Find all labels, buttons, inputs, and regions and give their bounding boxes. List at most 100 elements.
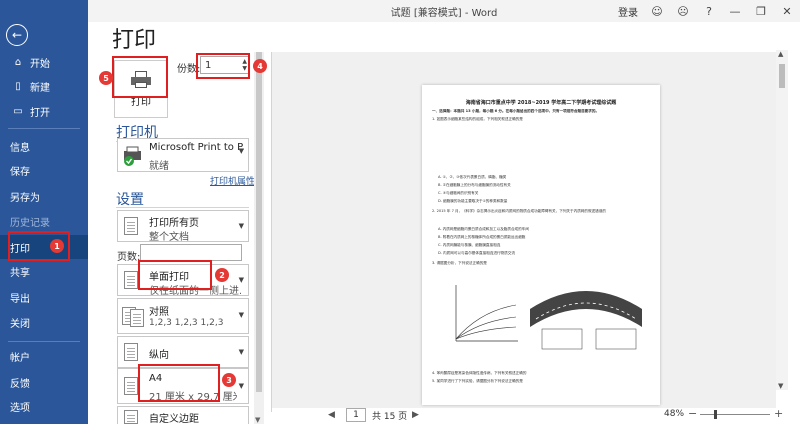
pages-label: 页数: (117, 252, 141, 263)
printer-properties-link[interactable]: 打印机属性 (210, 174, 255, 187)
total-pages: 共 15 页 (372, 412, 408, 422)
sidebar-item-home[interactable]: ⌂ 开始 (0, 50, 88, 74)
prev-page-icon[interactable]: ◀ (328, 410, 335, 420)
sidebar-item-history[interactable]: 历史记录 (0, 209, 88, 233)
sidebar-item-export[interactable]: 导出 (0, 285, 88, 309)
zoom-level: 48% (664, 409, 685, 419)
sidebar-item-label: 信息 (10, 142, 30, 154)
pages-input[interactable] (140, 244, 242, 261)
close-icon[interactable]: ✕ (774, 0, 800, 22)
sidebar-divider (8, 341, 80, 342)
sidebar-item-label: 历史记录 (10, 217, 50, 229)
preview-line: A. 内质网是细胞内蛋白质合成和加工以及脂质合成的车间 (438, 227, 529, 231)
sidebar-item-share[interactable]: 共享 (0, 259, 88, 283)
zoom-slider-handle[interactable] (714, 410, 717, 419)
sidebar-item-label: 帐户 (10, 352, 30, 364)
preview-line: 3. 请据图分析，下列说法正确的是 (432, 261, 487, 265)
restore-icon[interactable]: ❐ (748, 0, 774, 22)
chevron-down-icon: ▼ (238, 382, 244, 390)
paper-icon (124, 377, 138, 395)
preview-graph (450, 281, 520, 349)
settings-scrollbar[interactable]: ▼ (254, 52, 264, 424)
sidebar-item-info[interactable]: 信息 (0, 134, 88, 158)
frown-icon[interactable]: ☹ (670, 0, 696, 22)
chevron-down-icon: ▼ (238, 147, 244, 155)
margins-label: 自定义边距 (149, 414, 199, 424)
sidebar-item-feedback[interactable]: 反馈 (0, 370, 88, 394)
next-page-icon[interactable]: ▶ (412, 410, 419, 420)
annotation-box-paper-size (138, 364, 220, 402)
preview-line: 4. 苯丙酮尿症是常染色体隐性遗传病，下列有关叙述正确的 (432, 371, 527, 375)
collate-label: 对照 (149, 307, 169, 318)
home-icon: ⌂ (14, 56, 22, 68)
printer-status: 就绪 (149, 161, 169, 172)
zoom-out-button[interactable]: − (688, 407, 697, 420)
sidebar-item-options[interactable]: 选项 (0, 394, 88, 418)
margins-select[interactable]: 自定义边距 (117, 406, 249, 424)
scroll-down-icon[interactable]: ▼ (778, 382, 783, 390)
preview-line: D. 内质网可以与高尔基体直接相连进行物质交流 (438, 251, 515, 255)
preview-line: B. ②在细胞膜上的分布与细胞膜的流动性有关 (438, 183, 511, 187)
annotation-badge: 1 (50, 239, 64, 253)
print-range-select[interactable]: 打印所有页 整个文档 ▼ (117, 210, 249, 243)
backstage-sidebar: ← ⌂ 开始 ▯ 新建 ▭ 打开 信息 保存 另存为 历史记录 打印 共享 导出… (0, 0, 88, 424)
orientation-label: 纵向 (149, 350, 169, 361)
chevron-down-icon: ▼ (238, 222, 244, 230)
new-doc-icon: ▯ (15, 80, 21, 92)
folder-icon: ▭ (13, 105, 23, 117)
printer-name: Microsoft Print to P... (149, 142, 244, 153)
print-preview: 海南省海口市重点中学 2018~2019 学年高二下学期考试理综试题 一、选择题… (272, 52, 776, 408)
preview-line: 5. 某同学进行了下列实验，请据图分析下列说法正确的是 (432, 379, 523, 383)
print-range-detail: 整个文档 (149, 232, 189, 243)
preview-line: C. 内质网膜能与核膜、细胞膜直接相连 (438, 243, 501, 247)
preview-page: 海南省海口市重点中学 2018~2019 学年高二下学期考试理综试题 一、选择题… (422, 85, 660, 405)
sidebar-item-label: 开始 (30, 58, 50, 70)
sidebar-item-label: 关闭 (10, 318, 30, 330)
preview-diagram (526, 279, 646, 353)
minimize-icon[interactable]: — (722, 0, 748, 22)
scroll-down-icon[interactable]: ▼ (255, 416, 260, 424)
print-range-label: 打印所有页 (149, 218, 199, 229)
sidebar-item-close[interactable]: 关闭 (0, 310, 88, 334)
zoom-in-button[interactable]: + (774, 407, 783, 420)
sidebar-item-open[interactable]: ▭ 打开 (0, 99, 88, 123)
sidebar-item-save[interactable]: 保存 (0, 158, 88, 182)
scroll-thumb[interactable] (779, 64, 785, 88)
smile-icon[interactable]: ☺ (644, 0, 670, 22)
annotation-badge: 2 (215, 268, 229, 282)
sidebar-item-label: 打开 (30, 107, 50, 119)
printer-select[interactable]: Microsoft Print to P... 就绪 ▼ (117, 138, 249, 172)
back-arrow-icon[interactable]: ← (6, 24, 28, 46)
settings-heading: 设置 (116, 192, 144, 208)
zoom-slider[interactable] (700, 410, 770, 419)
section-divider (116, 207, 249, 208)
preview-line: C. ③与细胞间的识别有关 (438, 191, 479, 195)
sidebar-item-account[interactable]: 帐户 (0, 344, 88, 368)
preview-line: B. 附着在内质网上的核糖体所合成的蛋白质能运出细胞 (438, 235, 526, 239)
preview-doc-title: 海南省海口市重点中学 2018~2019 学年高二下学期考试理综试题 (465, 100, 617, 106)
help-icon[interactable]: ? (696, 0, 722, 22)
current-page-input[interactable]: 1 (346, 408, 366, 422)
annotation-badge: 5 (99, 71, 113, 85)
sidebar-item-label: 新建 (30, 82, 50, 94)
collate-icon (130, 309, 144, 327)
collate-select[interactable]: 对照 1,2,3 1,2,3 1,2,3 ▼ (117, 298, 249, 334)
sidebar-item-label: 保存 (10, 166, 30, 178)
annotation-badge: 4 (253, 59, 267, 73)
title-bar: 试题 [兼容模式] - Word 登录 ☺ ☹ ? — ❐ ✕ (88, 0, 800, 22)
scroll-thumb[interactable] (256, 52, 262, 392)
login-link[interactable]: 登录 (612, 4, 644, 19)
portrait-icon (124, 343, 138, 361)
annotation-box-copies (196, 53, 250, 79)
printer-ready-icon (122, 145, 144, 167)
preview-scrollbar[interactable]: ▲ ▼ (776, 50, 788, 390)
document-icon (124, 217, 138, 235)
preview-line: 2. 2015 年 7 月，《科学》杂志揭示出炎症和内质网的物质合成功能障碍有关… (432, 209, 606, 213)
annotation-box-print-button (112, 56, 168, 98)
scroll-up-icon[interactable]: ▲ (778, 50, 783, 58)
chevron-down-icon: ▼ (238, 276, 244, 284)
sidebar-item-new[interactable]: ▯ 新建 (0, 74, 88, 98)
sidebar-item-save-as[interactable]: 另存为 (0, 184, 88, 208)
sidebar-item-label: 导出 (10, 293, 30, 305)
sidebar-item-label: 反馈 (10, 378, 30, 390)
